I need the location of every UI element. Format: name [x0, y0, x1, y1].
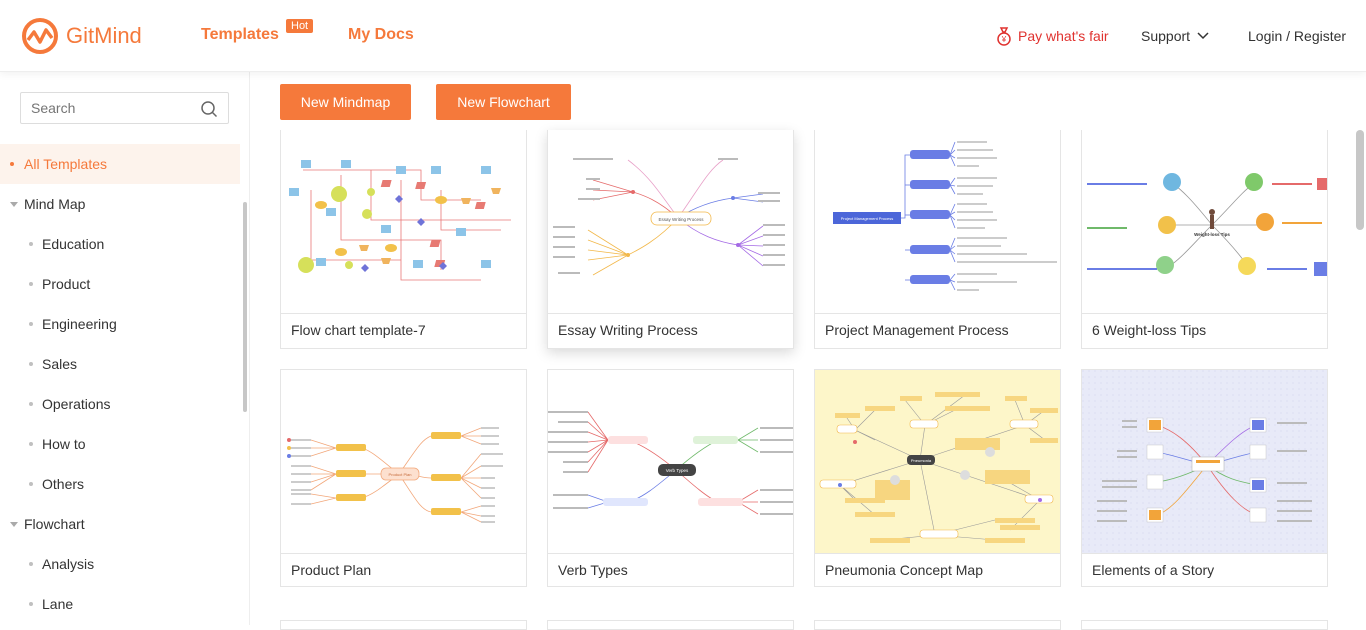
template-title: Product Plan [281, 553, 526, 587]
hot-badge: Hot [286, 19, 314, 33]
main-scrollbar[interactable] [1356, 130, 1364, 230]
caret-down-icon [10, 201, 18, 207]
sidebar: All Templates Mind Map Education Product… [0, 72, 250, 625]
template-card-flow-chart-7[interactable]: Flow chart template-7 [280, 130, 527, 349]
bullet-icon [29, 562, 33, 566]
sidebar-item-others[interactable]: Others [0, 464, 240, 504]
logo-text: GitMind [66, 23, 142, 48]
template-thumbnail [281, 130, 526, 313]
template-title: Elements of a Story [1082, 553, 1327, 587]
sidebar-item-label: Lane [42, 596, 74, 612]
sidebar-item-product[interactable]: Product [0, 264, 240, 304]
sidebar-item-label: Flowchart [24, 516, 85, 532]
thumb-center-label: Verb Types [666, 468, 689, 473]
new-flowchart-button[interactable]: New Flowchart [436, 84, 571, 120]
sidebar-item-label: Operations [42, 396, 111, 412]
nav-my-docs[interactable]: My Docs [348, 26, 414, 44]
money-bag-icon: ¥ [997, 27, 1011, 46]
support-label: Support [1141, 28, 1191, 44]
template-gallery: New Mindmap New Flowchart Flow chart tem… [250, 72, 1366, 630]
gitmind-logo-icon [22, 18, 58, 54]
thumb-center-label: Product Plan [389, 472, 412, 477]
template-thumbnail: Essay Writing Process [548, 130, 793, 313]
template-card-essay-writing[interactable]: Essay Writing Process Essay Writing Proc… [547, 130, 794, 349]
sidebar-scrollbar[interactable] [243, 202, 247, 412]
top-header: GitMind Templates Hot My Docs ¥ Pay what… [0, 0, 1366, 72]
template-card-elements-of-story[interactable]: Elements of a Story [1081, 369, 1328, 587]
sidebar-item-engineering[interactable]: Engineering [0, 304, 240, 344]
new-mindmap-button[interactable]: New Mindmap [280, 84, 411, 120]
thumb-center-label: Weight-loss Tips [1194, 232, 1230, 237]
template-thumbnail: Weight-loss Tips [1082, 130, 1327, 313]
sidebar-item-sales[interactable]: Sales [0, 344, 240, 384]
bullet-icon [29, 602, 33, 606]
pay-label: Pay what's fair [1018, 28, 1109, 44]
caret-down-icon [10, 521, 18, 527]
template-thumbnail: Verb Types [548, 370, 793, 553]
nav-templates[interactable]: Templates [201, 26, 279, 44]
sidebar-item-label: Engineering [42, 316, 117, 332]
search-box [20, 92, 229, 124]
template-thumbnail: Pneumonia [815, 370, 1060, 553]
thumb-center-label: Project Management Process [841, 216, 893, 221]
template-card-project-management[interactable]: Project Management Process Project Manag… [814, 130, 1061, 349]
bullet-icon [29, 242, 33, 246]
thumb-center-label: Essay Writing Process [659, 217, 705, 222]
thumb-center-label: Pneumonia [911, 458, 932, 463]
sidebar-item-label: Mind Map [24, 196, 86, 212]
template-title: Flow chart template-7 [281, 313, 526, 347]
sidebar-item-all-templates[interactable]: All Templates [0, 144, 240, 184]
template-thumbnail: Product Plan [281, 370, 526, 553]
chevron-down-icon [1197, 32, 1209, 40]
template-card-weight-loss[interactable]: Weight-loss Tips 6 Weight-loss Tips [1081, 130, 1328, 349]
logo[interactable]: GitMind [20, 16, 142, 56]
template-card-partial[interactable] [1081, 620, 1328, 630]
template-card-product-plan[interactable]: Product Plan Product Plan [280, 369, 527, 587]
template-title: Pneumonia Concept Map [815, 553, 1060, 587]
template-title: 6 Weight-loss Tips [1082, 313, 1327, 347]
sidebar-item-analysis[interactable]: Analysis [0, 544, 240, 584]
sidebar-item-operations[interactable]: Operations [0, 384, 240, 424]
template-card-partial[interactable] [814, 620, 1061, 630]
sidebar-item-label: Analysis [42, 556, 95, 572]
search-input[interactable] [21, 93, 191, 123]
sidebar-item-mind-map[interactable]: Mind Map [0, 184, 240, 224]
bullet-icon [29, 482, 33, 486]
sidebar-item-education[interactable]: Education [0, 224, 240, 264]
pay-whats-fair-link[interactable]: ¥ Pay what's fair [995, 26, 1109, 46]
sidebar-item-label: Product [42, 276, 91, 292]
template-title: Verb Types [548, 553, 793, 587]
sidebar-item-label: How to [42, 436, 86, 452]
template-thumbnail: Project Management Process [815, 130, 1060, 313]
template-card-verb-types[interactable]: Verb Types Verb Types [547, 369, 794, 587]
bullet-icon [29, 282, 33, 286]
svg-text:¥: ¥ [1001, 35, 1007, 44]
template-card-pneumonia[interactable]: Pneumonia Pneumonia Concept Map [814, 369, 1061, 587]
template-title: Essay Writing Process [548, 313, 793, 347]
search-icon[interactable] [200, 100, 218, 118]
bullet-icon [10, 162, 14, 166]
bullet-icon [29, 442, 33, 446]
sidebar-item-label: Others [42, 476, 85, 492]
bullet-icon [29, 322, 33, 326]
sidebar-item-label: Sales [42, 356, 78, 372]
sidebar-item-lane[interactable]: Lane [0, 584, 240, 624]
sidebar-item-label: Education [42, 236, 105, 252]
login-register-link[interactable]: Login / Register [1248, 28, 1346, 44]
bullet-icon [29, 402, 33, 406]
template-card-partial[interactable] [280, 620, 527, 630]
sidebar-item-how-to[interactable]: How to [0, 424, 240, 464]
sidebar-item-label: All Templates [24, 156, 108, 172]
support-menu[interactable]: Support [1141, 28, 1210, 44]
template-thumbnail [1082, 370, 1327, 553]
template-card-partial[interactable] [547, 620, 794, 630]
template-title: Project Management Process [815, 313, 1060, 347]
sidebar-item-flowchart[interactable]: Flowchart [0, 504, 240, 544]
bullet-icon [29, 362, 33, 366]
